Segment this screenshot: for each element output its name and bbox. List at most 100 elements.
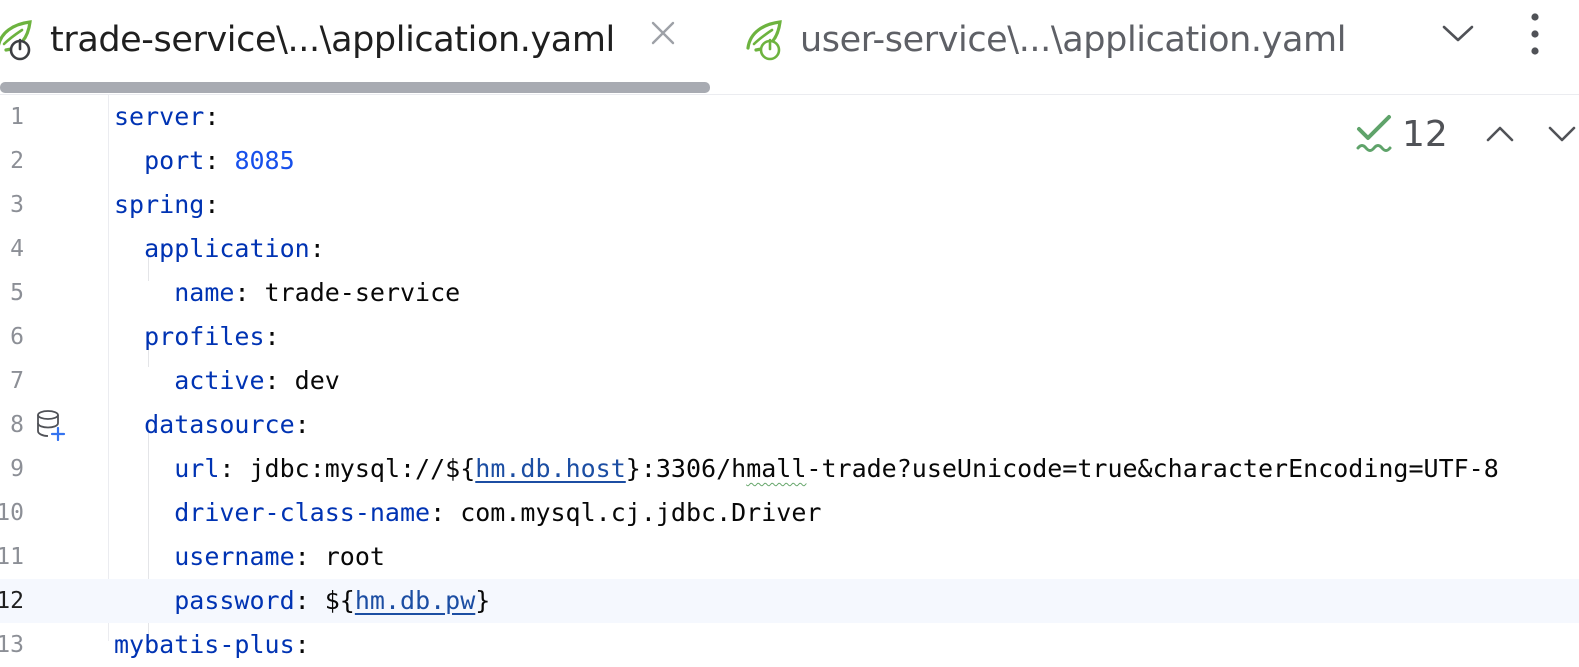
inspection-widget[interactable]: 12 bbox=[1356, 110, 1579, 158]
yaml-value: } bbox=[475, 586, 491, 615]
typo-highlight[interactable]: mall bbox=[746, 454, 806, 483]
code-line: 9 url: jdbc:mysql://${hm.db.host}:3306/h… bbox=[0, 447, 1579, 491]
code-line: 2 port: 8085 bbox=[0, 139, 1579, 183]
code-text: port: 8085 bbox=[114, 139, 295, 183]
yaml-punct: : bbox=[204, 102, 220, 131]
property-reference[interactable]: hm.db.pw bbox=[355, 586, 475, 615]
yaml-punct: : bbox=[294, 410, 310, 439]
yaml-punct: : bbox=[204, 190, 220, 219]
code-text: mybatis-plus: bbox=[114, 623, 310, 667]
yaml-key: mybatis-plus bbox=[114, 630, 295, 659]
chevron-down-icon[interactable] bbox=[1436, 14, 1480, 54]
yaml-punct: : bbox=[294, 630, 310, 659]
code-line: 7 active: dev bbox=[0, 359, 1579, 403]
code-line: 5 name: trade-service bbox=[0, 271, 1579, 315]
line-number: 10 bbox=[0, 500, 24, 526]
yaml-key: application bbox=[144, 234, 310, 263]
code-text: datasource: bbox=[114, 403, 310, 447]
code-text: url: jdbc:mysql://${hm.db.host}:3306/hma… bbox=[114, 447, 1499, 491]
code-text: username: root bbox=[114, 535, 385, 579]
line-number: 12 bbox=[0, 588, 24, 614]
tab-label: user-service\...\application.yaml bbox=[800, 20, 1347, 60]
yaml-punct: : bbox=[430, 498, 461, 527]
yaml-value: ${ bbox=[324, 586, 355, 615]
spring-boot-icon bbox=[0, 20, 32, 61]
yaml-punct: : bbox=[294, 542, 325, 571]
line-number: 4 bbox=[10, 236, 24, 262]
yaml-punct: : bbox=[264, 322, 280, 351]
chevron-up-icon[interactable] bbox=[1480, 114, 1520, 154]
yaml-key: driver-class-name bbox=[174, 498, 431, 527]
yaml-value: }:3306/ bbox=[625, 454, 732, 483]
code-text: application: bbox=[114, 227, 325, 271]
code-text: profiles: bbox=[114, 315, 280, 359]
editor-tab-bar: trade-service\...\application.yaml user-… bbox=[0, 0, 1579, 95]
code-line: 8 datasource: bbox=[0, 403, 1579, 447]
line-number: 7 bbox=[10, 368, 24, 394]
property-reference[interactable]: hm.db.host bbox=[475, 454, 626, 483]
active-tab-indicator bbox=[0, 82, 710, 93]
code-line: 13 mybatis-plus: bbox=[0, 623, 1579, 667]
yaml-key: spring bbox=[114, 190, 205, 219]
close-tab-icon[interactable] bbox=[648, 18, 678, 48]
code-editor[interactable]: 1 server: 2 port: 8085 3 spring: 4 appli… bbox=[0, 95, 1579, 659]
line-number: 9 bbox=[10, 456, 24, 482]
line-number: 8 bbox=[10, 412, 24, 438]
yaml-value: -trade?useUnicode=true&characterEncoding… bbox=[806, 454, 1499, 483]
yaml-key: name bbox=[174, 278, 235, 307]
code-text: password: ${hm.db.pw} bbox=[114, 579, 490, 623]
code-text: name: trade-service bbox=[114, 271, 460, 315]
yaml-key: profiles bbox=[144, 322, 265, 351]
line-number: 3 bbox=[10, 192, 24, 218]
code-text: active: dev bbox=[114, 359, 340, 403]
yaml-value: trade-service bbox=[264, 278, 461, 307]
yaml-punct: : bbox=[309, 234, 325, 263]
code-text: driver-class-name: com.mysql.cj.jdbc.Dri… bbox=[114, 491, 821, 535]
chevron-down-icon[interactable] bbox=[1542, 114, 1579, 154]
line-number: 11 bbox=[0, 544, 24, 570]
yaml-punct: : bbox=[234, 278, 265, 307]
line-number: 1 bbox=[10, 104, 24, 130]
yaml-key: url bbox=[174, 454, 220, 483]
tab-label: trade-service\...\application.yaml bbox=[50, 20, 615, 60]
yaml-value: dev bbox=[294, 366, 340, 395]
yaml-value: jdbc:mysql://${ bbox=[249, 454, 476, 483]
yaml-punct: : bbox=[294, 586, 325, 615]
code-line: 4 application: bbox=[0, 227, 1579, 271]
yaml-value: root bbox=[324, 542, 385, 571]
code-text: spring: bbox=[114, 183, 219, 227]
yaml-punct: : bbox=[204, 146, 235, 175]
code-line-current: 12 password: ${hm.db.pw} bbox=[0, 579, 1579, 623]
yaml-key: server bbox=[114, 102, 205, 131]
yaml-key: active bbox=[174, 366, 265, 395]
tab-trade-service-application-yaml[interactable]: trade-service\...\application.yaml bbox=[0, 0, 706, 80]
spring-boot-icon bbox=[746, 20, 782, 61]
yaml-key: port bbox=[144, 146, 205, 175]
code-line: 6 profiles: bbox=[0, 315, 1579, 359]
database-add-icon[interactable] bbox=[36, 409, 66, 441]
code-line: 1 server: bbox=[0, 95, 1579, 139]
line-number: 2 bbox=[10, 148, 24, 174]
yaml-punct: : bbox=[264, 366, 295, 395]
line-number: 5 bbox=[10, 280, 24, 306]
tab-user-service-application-yaml[interactable]: user-service\...\application.yaml bbox=[744, 0, 1384, 80]
yaml-value: com.mysql.cj.jdbc.Driver bbox=[460, 498, 822, 527]
code-text: server: bbox=[114, 95, 219, 139]
yaml-key: username bbox=[174, 542, 295, 571]
yaml-punct: : bbox=[219, 454, 250, 483]
more-vertical-icon[interactable] bbox=[1520, 8, 1550, 60]
inspection-count: 12 bbox=[1402, 113, 1448, 155]
yaml-value: 8085 bbox=[234, 146, 295, 175]
code-line: 10 driver-class-name: com.mysql.cj.jdbc.… bbox=[0, 491, 1579, 535]
line-number: 6 bbox=[10, 324, 24, 350]
